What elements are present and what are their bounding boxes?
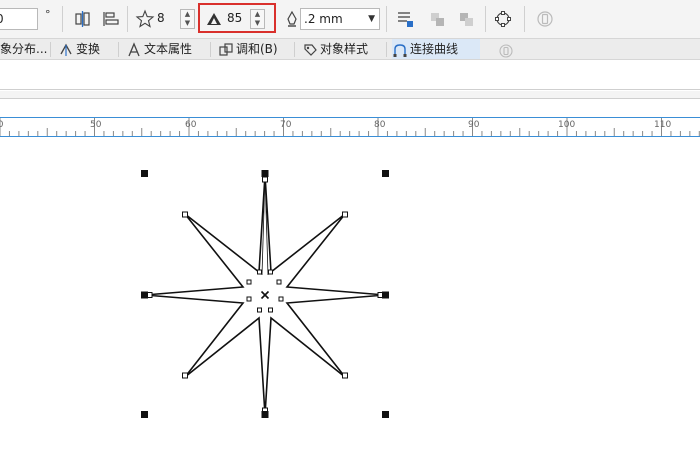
rotation-angle-field[interactable]: 0 bbox=[0, 8, 38, 30]
separator bbox=[524, 6, 525, 32]
overflow-icon bbox=[498, 43, 514, 59]
selection-handle[interactable] bbox=[261, 170, 269, 177]
spin-down-icon[interactable]: ▼ bbox=[181, 19, 194, 28]
ruler-label: 110 bbox=[654, 120, 672, 130]
node-handle[interactable] bbox=[342, 211, 348, 218]
node-handle[interactable] bbox=[268, 307, 273, 313]
selection-handle[interactable] bbox=[261, 411, 269, 418]
sharpness-field[interactable]: 85 bbox=[224, 8, 250, 30]
canvas-drawing bbox=[141, 170, 389, 418]
separator bbox=[210, 42, 211, 57]
text-wrap-icon[interactable] bbox=[101, 9, 121, 29]
sharpness-value: 85 bbox=[227, 11, 243, 25]
to-back-icon[interactable] bbox=[457, 9, 477, 29]
tab-label: 调和(B) bbox=[236, 42, 278, 56]
arrange-icon[interactable] bbox=[395, 9, 415, 29]
star-icon bbox=[135, 9, 155, 29]
selection-handle[interactable] bbox=[382, 170, 389, 177]
node-handle[interactable] bbox=[246, 296, 252, 302]
selection-handle[interactable] bbox=[141, 170, 148, 177]
tab-object-distribute[interactable]: 对象分布... bbox=[0, 39, 47, 59]
tab-label: 变换 bbox=[76, 42, 101, 56]
separator bbox=[386, 42, 387, 57]
object-styles-icon bbox=[302, 42, 318, 58]
tab-text-properties[interactable]: 文本属性 bbox=[126, 39, 192, 59]
to-front-icon[interactable] bbox=[428, 9, 448, 29]
docker-area bbox=[0, 60, 700, 90]
selection-handle[interactable] bbox=[141, 411, 148, 418]
star-points-value: 8 bbox=[157, 11, 165, 25]
tab-transform[interactable]: 变换 bbox=[58, 39, 100, 59]
transform-icon bbox=[58, 42, 74, 58]
node-handle[interactable] bbox=[276, 279, 282, 285]
horizontal-ruler[interactable]: 40 50 60 70 80 90 100 110 bbox=[0, 117, 700, 137]
tabs-overflow-button[interactable] bbox=[498, 40, 516, 60]
node-handle[interactable] bbox=[182, 372, 188, 379]
center-mark-icon bbox=[260, 290, 270, 300]
node-handle[interactable] bbox=[246, 279, 252, 285]
outline-pen-icon bbox=[282, 9, 302, 29]
overflow-icon[interactable] bbox=[535, 9, 555, 29]
node-handle[interactable] bbox=[278, 296, 284, 302]
convert-to-curves-icon[interactable] bbox=[493, 9, 513, 29]
spin-up-icon[interactable]: ▲ bbox=[181, 10, 194, 19]
ruler-label: 40 bbox=[0, 120, 4, 130]
selection-handle[interactable] bbox=[141, 291, 148, 299]
ruler-label: 60 bbox=[185, 120, 197, 130]
spin-up-icon[interactable]: ▲ bbox=[251, 10, 264, 19]
star-points-field[interactable]: 8 bbox=[154, 8, 180, 30]
node-handle[interactable] bbox=[262, 176, 268, 183]
spin-down-icon[interactable]: ▼ bbox=[251, 19, 264, 28]
separator bbox=[118, 42, 119, 57]
angle-unit-label: ° bbox=[45, 8, 51, 21]
align-distribute-icon[interactable] bbox=[73, 9, 93, 29]
docker-tabs-row: 对象分布... 变换 文本属性 调和(B) 对象样式 连接曲线 bbox=[0, 39, 700, 60]
separator bbox=[50, 42, 51, 57]
sharpness-triangle-icon bbox=[204, 9, 224, 29]
separator bbox=[127, 6, 128, 32]
tab-connect-curves[interactable]: 连接曲线 bbox=[392, 39, 480, 59]
tab-object-styles[interactable]: 对象样式 bbox=[302, 39, 368, 59]
separator bbox=[485, 6, 486, 32]
text-properties-icon bbox=[126, 41, 142, 58]
separator bbox=[294, 42, 295, 57]
ruler-ticks bbox=[0, 118, 700, 136]
tab-blend[interactable]: 调和(B) bbox=[218, 39, 278, 59]
outline-width-value: .2 mm bbox=[304, 12, 343, 26]
property-bar: 0 ° 8 ▲ ▼ 8 bbox=[0, 0, 700, 39]
star-points-spinner[interactable]: ▲ ▼ bbox=[180, 9, 195, 29]
node-handle[interactable] bbox=[257, 307, 262, 313]
separator bbox=[62, 6, 63, 32]
chevron-down-icon: ▼ bbox=[368, 14, 375, 24]
connect-curves-icon bbox=[392, 42, 408, 58]
selection-handle[interactable] bbox=[382, 291, 389, 299]
ruler-label: 50 bbox=[90, 120, 102, 130]
tab-label: 连接曲线 bbox=[410, 42, 459, 56]
node-handle[interactable] bbox=[342, 372, 348, 379]
tab-label: 对象分布... bbox=[0, 42, 48, 56]
blend-icon bbox=[218, 42, 234, 58]
sharpness-spinner[interactable]: ▲ ▼ bbox=[250, 9, 265, 29]
separator bbox=[386, 6, 387, 32]
ruler-label: 70 bbox=[280, 120, 292, 130]
ruler-label: 90 bbox=[468, 120, 480, 130]
toolbox-strip bbox=[0, 91, 700, 99]
selection-handle[interactable] bbox=[382, 411, 389, 418]
rotation-angle-value: 0 bbox=[0, 12, 4, 26]
drawing-canvas[interactable] bbox=[0, 137, 700, 450]
outline-width-dropdown[interactable]: .2 mm ▼ bbox=[300, 8, 380, 30]
node-handle[interactable] bbox=[257, 269, 262, 275]
tab-label: 文本属性 bbox=[144, 42, 193, 56]
ruler-label: 100 bbox=[558, 120, 576, 130]
node-handle[interactable] bbox=[268, 269, 273, 275]
node-handle[interactable] bbox=[182, 211, 188, 218]
tab-label: 对象样式 bbox=[320, 42, 369, 56]
ruler-label: 80 bbox=[374, 120, 386, 130]
